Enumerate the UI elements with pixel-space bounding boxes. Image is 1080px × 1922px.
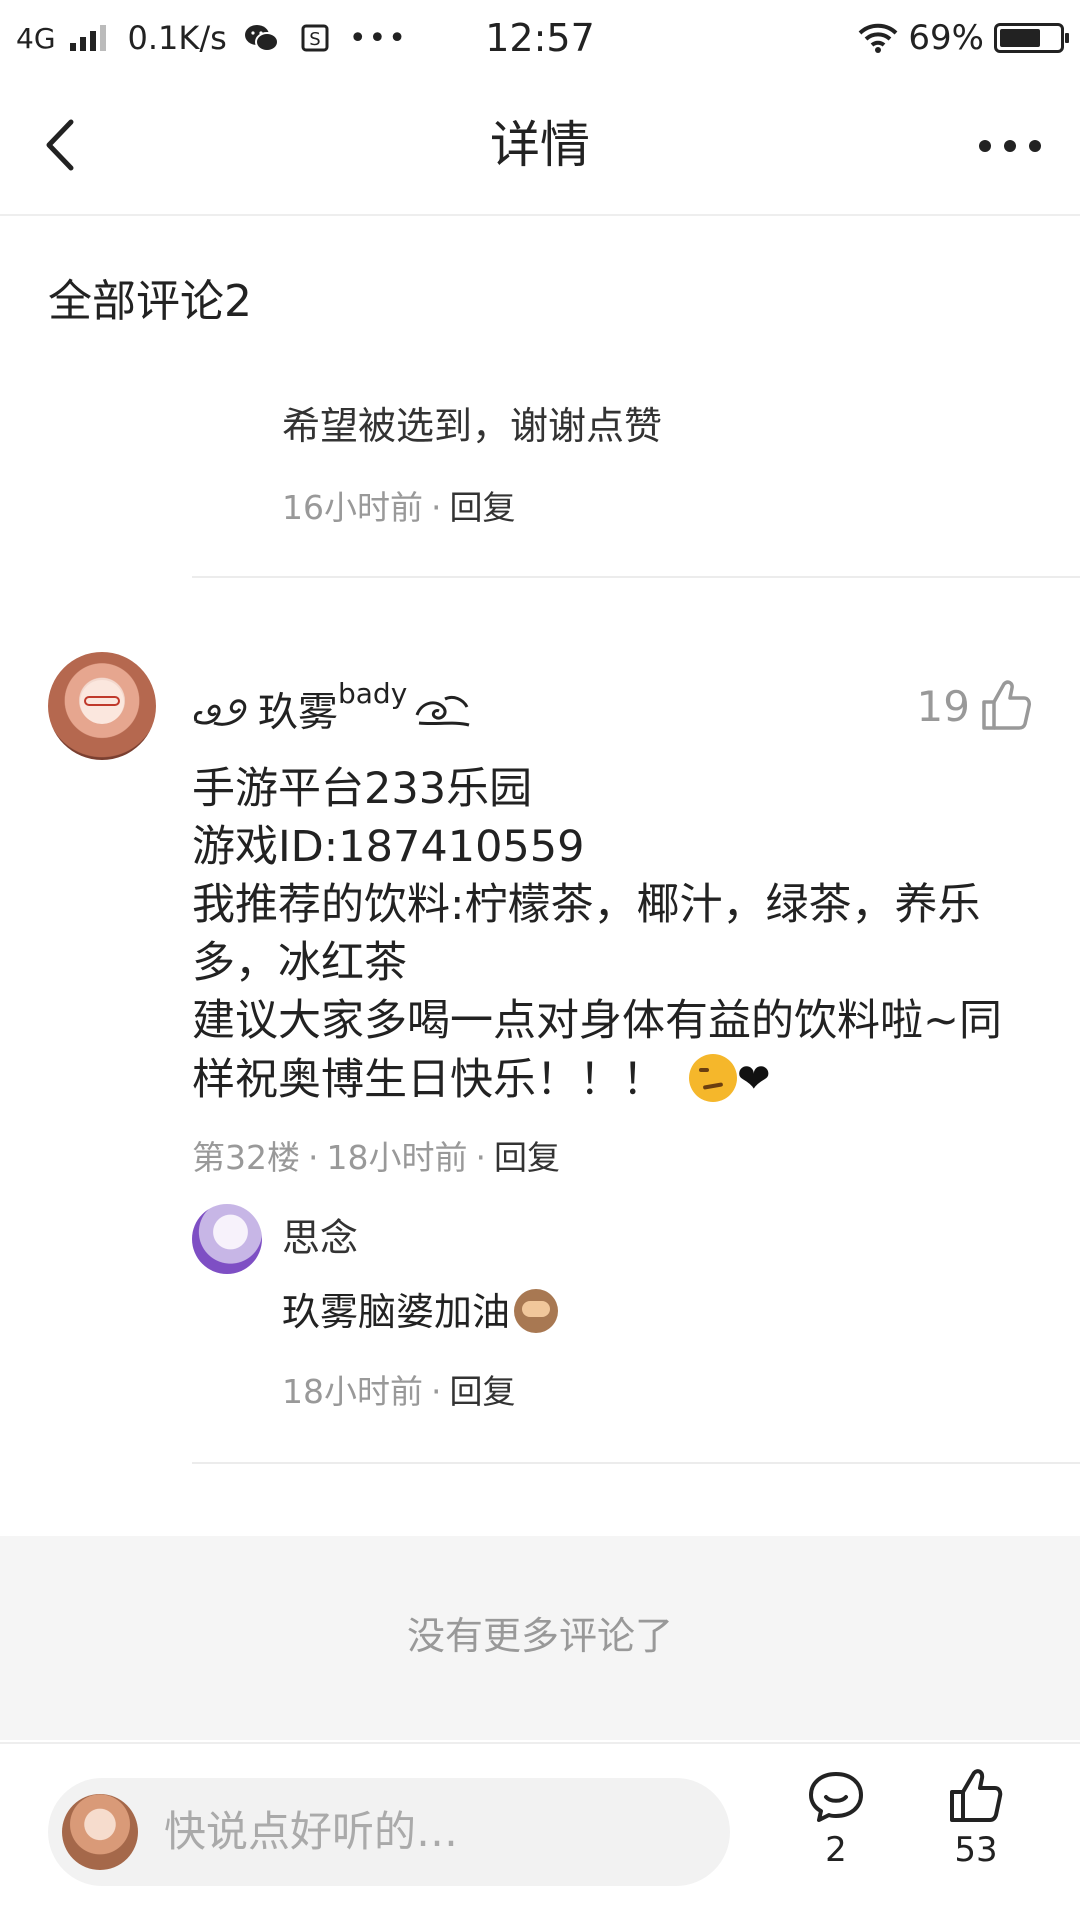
comment-bubble-icon: [809, 1772, 863, 1822]
avatar[interactable]: [48, 652, 156, 760]
reply-button[interactable]: 回复: [450, 488, 516, 527]
reply-avatar[interactable]: [192, 1204, 262, 1274]
reply-button[interactable]: 回复: [494, 1138, 560, 1177]
comment-line: 建议大家多喝一点对身体有益的饮料啦~同样祝奥博生日快乐！！！ ❤: [192, 996, 1003, 1105]
reply-text: 玖雾脑婆加油: [282, 1284, 559, 1340]
page-title: 详情: [490, 116, 590, 174]
username-row[interactable]: 玖雾bady: [192, 672, 473, 742]
status-right: 69%: [858, 14, 1069, 62]
reply-time: 18小时前: [282, 1372, 423, 1411]
comment-line: 游戏ID:187410559: [192, 822, 585, 872]
bottom-bar: 快说点好听的… 2 53: [0, 1742, 1080, 1922]
meta-separator: ·: [475, 1138, 487, 1177]
end-of-comments: 没有更多评论了: [0, 1536, 1080, 1740]
comment-line: 我推荐的饮料:柠檬茶，椰汁，绿茶，养乐多，冰红茶: [192, 880, 981, 988]
black-heart-emoji: ❤: [737, 1056, 771, 1102]
comment-button[interactable]: 2: [796, 1770, 876, 1872]
input-placeholder: 快说点好听的…: [164, 1807, 459, 1856]
comment-time: 18小时前: [326, 1138, 468, 1177]
battery-fill: [1000, 29, 1041, 47]
like-count: 19: [916, 682, 970, 731]
divider: [192, 576, 1080, 578]
username: 玖雾bady: [258, 676, 408, 736]
comment-body: 手游平台233乐园 游戏ID:187410559 我推荐的饮料:柠檬茶，椰汁，绿…: [192, 760, 1032, 1109]
reply-username[interactable]: 思念: [282, 1210, 358, 1266]
comment-meta: 第32楼 · 18小时前 · 回复: [192, 1130, 560, 1186]
swirl-decoration-icon: [194, 699, 247, 726]
meta-separator: ·: [431, 1372, 442, 1411]
meta-separator: ·: [308, 1138, 319, 1177]
swirl-decoration-icon: [415, 695, 470, 727]
comment-input[interactable]: 快说点好听的…: [48, 1778, 730, 1886]
thumbs-up-icon[interactable]: [980, 678, 1032, 732]
smirk-emoji: [689, 1054, 737, 1102]
nav-bar: 详情: [0, 76, 1080, 216]
self-avatar: [62, 1794, 138, 1870]
thumbs-up-icon: [950, 1769, 1003, 1822]
divider: [192, 1462, 1080, 1464]
like-button[interactable]: 53: [936, 1768, 1016, 1872]
comment-text: 希望被选到，谢谢点赞: [282, 404, 663, 448]
comment-time: 16小时前: [282, 488, 423, 527]
wifi-icon: [858, 21, 898, 55]
comment-meta: 16小时前 · 回复: [282, 480, 516, 536]
no-more-comments-text: 没有更多评论了: [406, 1614, 673, 1658]
battery-icon: [994, 23, 1069, 53]
status-bar: 4G 0.1K/s S ••• 12:57 69%: [0, 0, 1080, 76]
comment-count: 2: [825, 1830, 847, 1870]
reply-button[interactable]: 回复: [450, 1372, 516, 1411]
like-count: 53: [954, 1830, 998, 1870]
battery-percent: 69%: [908, 18, 984, 58]
floor-number: 第32楼: [192, 1138, 300, 1177]
more-dots-icon[interactable]: [970, 116, 1050, 176]
meta-separator: ·: [431, 488, 442, 527]
reply-meta: 18小时前 · 回复: [282, 1364, 516, 1420]
see-no-evil-monkey-emoji: [514, 1289, 559, 1333]
comment-line: 手游平台233乐园: [192, 764, 533, 814]
comments-header: 全部评论2: [48, 276, 252, 327]
